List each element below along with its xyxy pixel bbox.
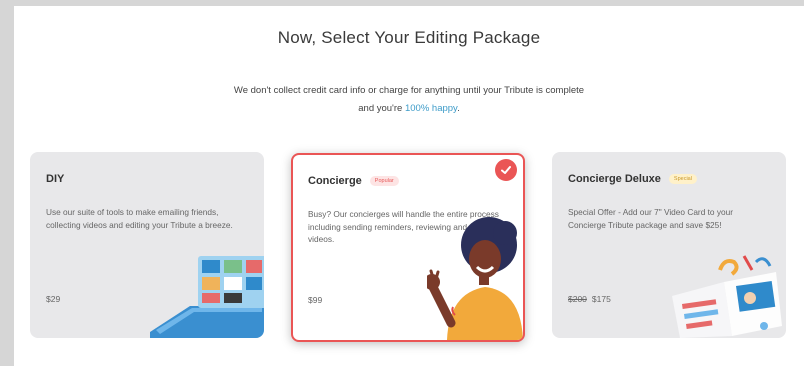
video-card-icon [672,255,782,338]
package-description: Use our suite of tools to make emailing … [46,207,233,230]
package-card-concierge-deluxe[interactable]: Concierge Deluxe Special Special Offer - … [552,152,786,338]
package-price: $200 $175 [568,294,611,304]
package-card-concierge[interactable]: Concierge Popular Busy? Our concierges wi… [291,153,525,342]
price-original: $200 [568,294,587,304]
special-badge: Special [668,174,697,185]
package-description: Special Offer - Add our 7" Video Card to… [568,207,733,230]
page-title: Now, Select Your Editing Package [277,28,541,47]
subtitle-period: . [457,103,460,114]
popular-badge: Popular [369,176,399,187]
package-card-diy[interactable]: DIY Use our suite of tools to make email… [30,152,264,338]
waving-person-icon [427,217,523,340]
happy-guarantee-text: 100% happy [404,103,458,114]
subtitle-line-1: We don't collect credit card info or cha… [233,85,585,96]
package-name-text: Concierge [308,175,362,187]
package-name: DIY [46,173,65,185]
package-name: Concierge Popular [308,175,399,187]
price-current: $29 [46,294,61,304]
package-name-text: Concierge Deluxe [568,173,661,185]
price-current: $99 [308,295,323,305]
price-current: $175 [591,294,611,304]
subtitle-line-2: and you're 100% happy. [14,100,804,118]
selected-check-icon [495,159,517,181]
laptop-icon [150,256,264,338]
page-subtitle: We don't collect credit card info or cha… [14,82,804,118]
package-name: Concierge Deluxe Special [568,173,697,185]
subtitle-text: and you're [358,103,405,114]
package-panel: Now, Select Your Editing Package We don'… [14,6,804,366]
package-price: $99 [308,295,322,305]
package-price: $29 [46,294,60,304]
